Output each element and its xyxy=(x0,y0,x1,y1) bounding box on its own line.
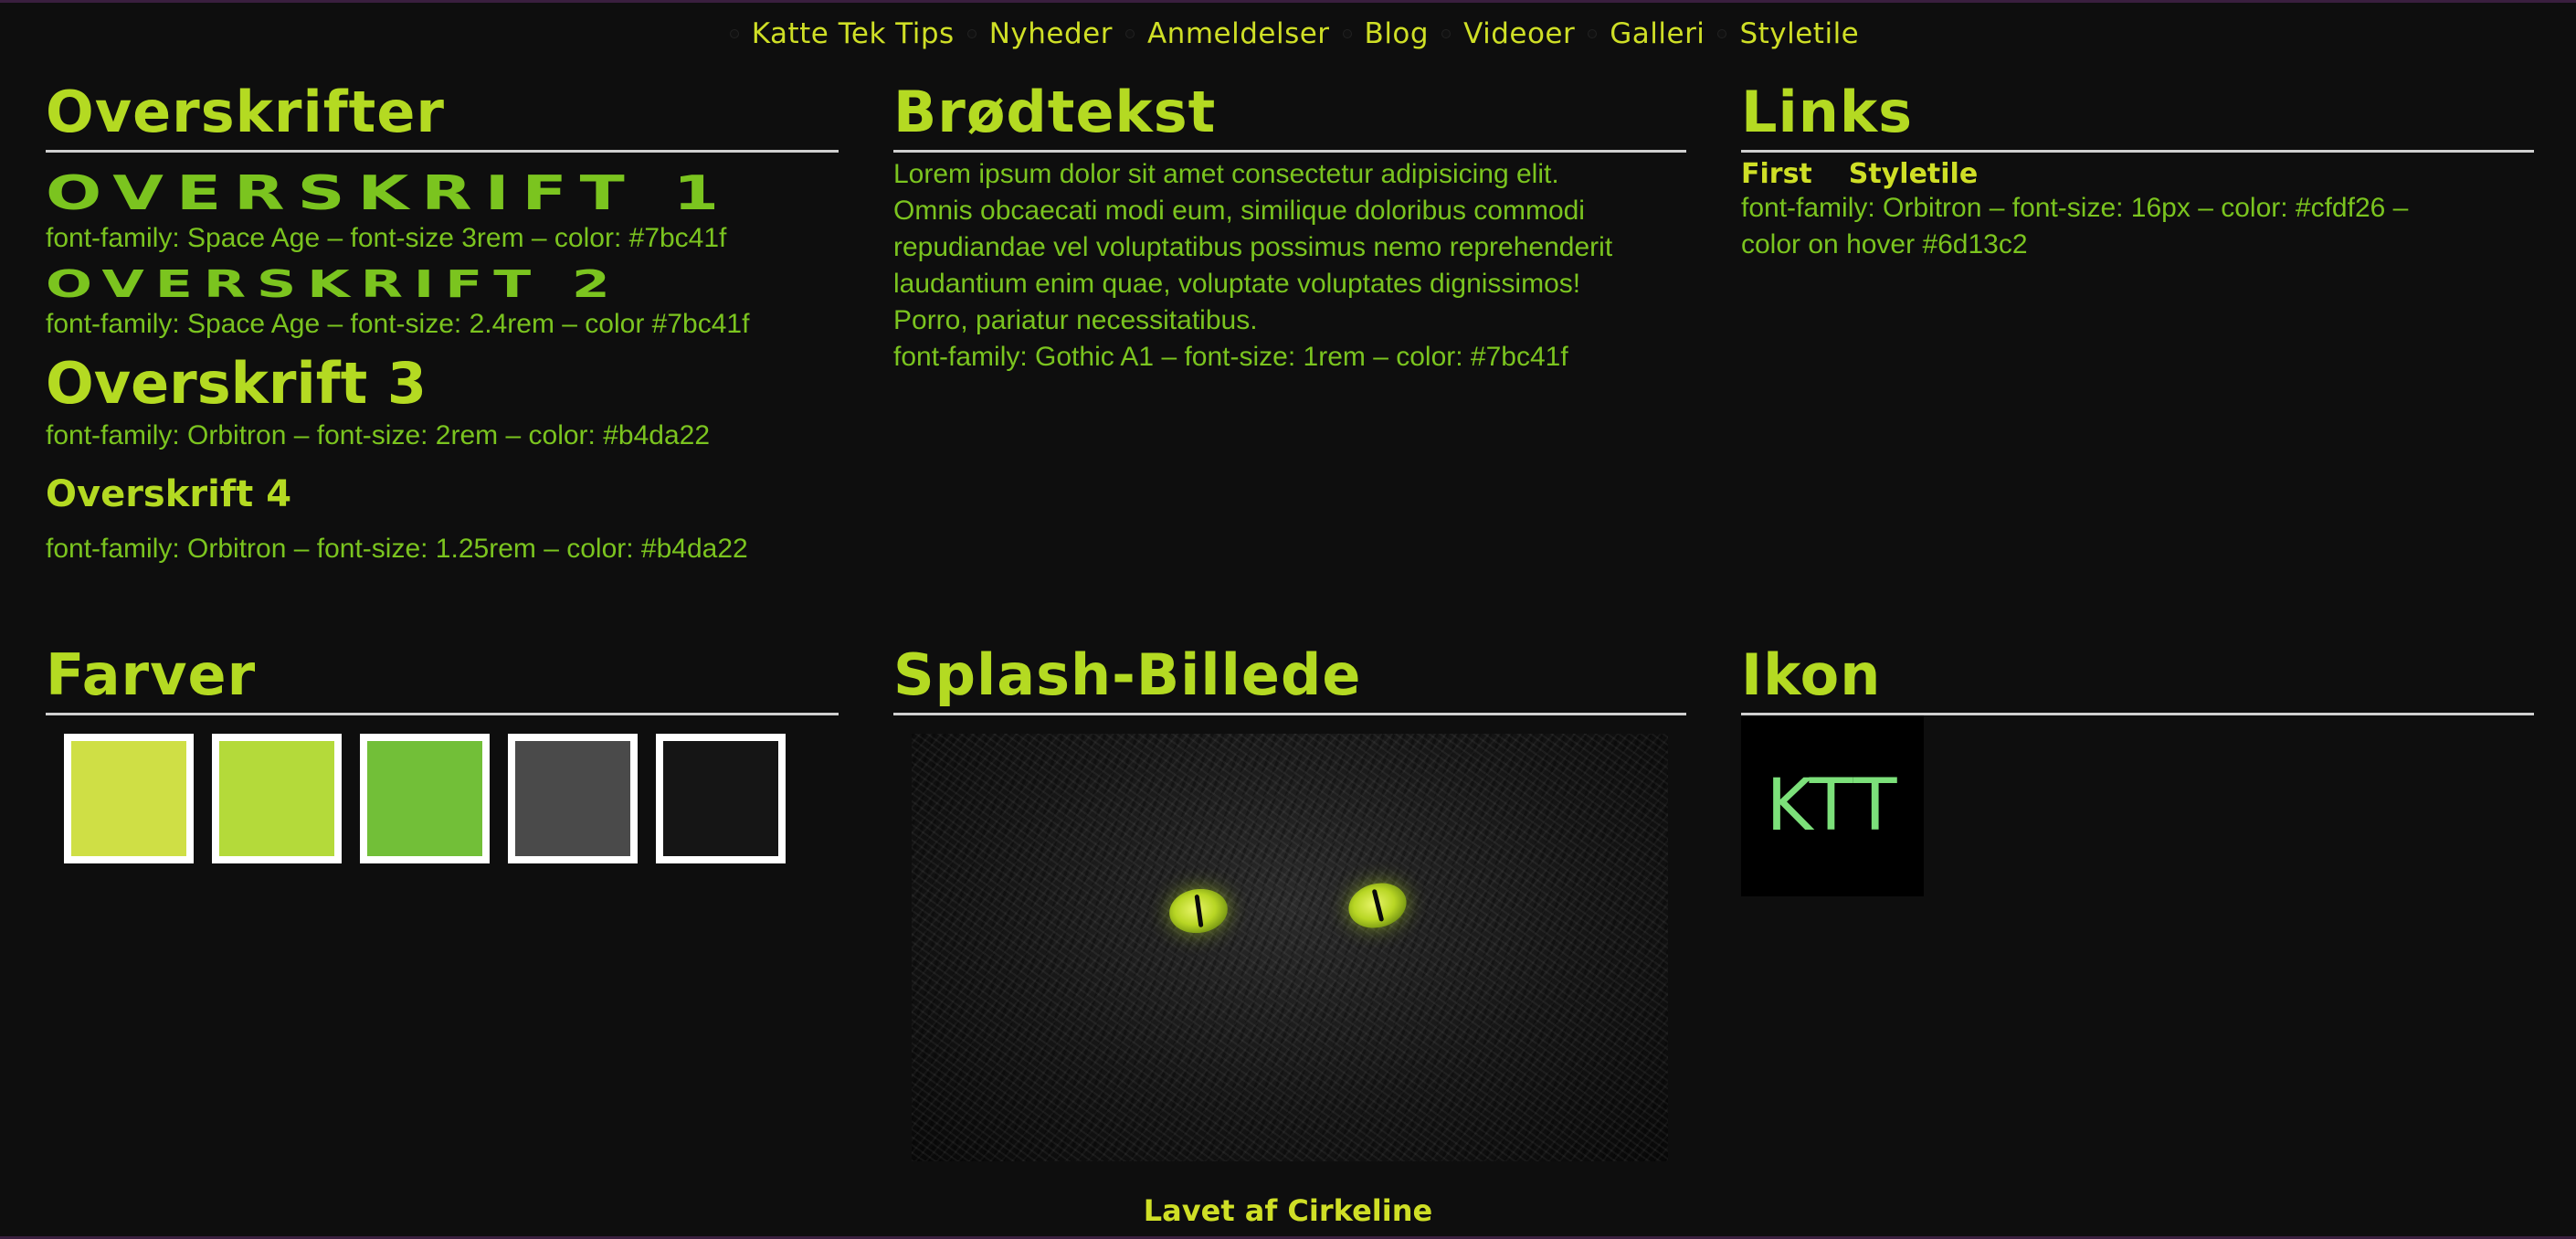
section-title: Overskrifter xyxy=(46,84,839,153)
heading-4-description: font-family: Orbitron – font-size: 1.25r… xyxy=(46,534,748,564)
bullet-icon xyxy=(729,29,739,38)
body-text-line: Lorem ipsum dolor sit amet consectetur a… xyxy=(893,159,1559,189)
section-title: Links xyxy=(1741,84,2534,153)
heading-1-description: font-family: Space Age – font-size 3rem … xyxy=(46,223,727,253)
splash-image-cat-eyes xyxy=(912,734,1668,1161)
heading-1-sample: OVERSKRIFT 1 xyxy=(46,164,732,221)
nav-item-label[interactable]: Blog xyxy=(1365,17,1430,50)
heading-3-description: font-family: Orbitron – font-size: 2rem … xyxy=(46,420,711,450)
nav-item-katte-tek-tips[interactable]: Katte Tek Tips xyxy=(717,17,955,50)
footer-text: Lavet af Cirkeline xyxy=(1143,1193,1433,1228)
section-overskrifter: Overskrifter OVERSKRIFT 1 font-family: S… xyxy=(46,84,839,567)
bullet-icon xyxy=(966,29,977,38)
nav-item-nyheder[interactable]: Nyheder xyxy=(955,17,1113,50)
top-border xyxy=(0,0,2576,3)
bullet-icon xyxy=(1441,29,1452,38)
body-text-sample: Lorem ipsum dolor sit amet consectetur a… xyxy=(893,156,1686,339)
link-first[interactable]: First xyxy=(1741,158,1812,190)
color-swatch-4 xyxy=(508,734,638,863)
nav-item-anmeldelser[interactable]: Anmeldelser xyxy=(1113,17,1330,50)
links-description-line-2: color on hover #6d13c2 xyxy=(1741,229,2028,259)
nav-item-label[interactable]: Nyheder xyxy=(989,17,1113,50)
color-swatch-1 xyxy=(64,734,194,863)
nav-item-label[interactable]: Katte Tek Tips xyxy=(752,17,955,50)
section-farver: Farver xyxy=(46,647,839,863)
nav-item-label[interactable]: Galleri xyxy=(1610,17,1705,50)
body-text-line: Omnis obcaecati modi eum, similique dolo… xyxy=(893,196,1585,226)
section-brodtekst: Brødtekst Lorem ipsum dolor sit amet con… xyxy=(893,84,1686,376)
section-title: Farver xyxy=(46,647,839,715)
nav-item-styletile[interactable]: Styletile xyxy=(1705,17,1859,50)
footer: Lavet af Cirkeline xyxy=(0,1193,2576,1228)
heading-4-sample: Overskrift 4 xyxy=(46,473,292,515)
color-swatch-3 xyxy=(360,734,490,863)
color-swatch-5 xyxy=(656,734,786,863)
section-title: Brødtekst xyxy=(893,84,1686,153)
bullet-icon xyxy=(1588,29,1598,38)
nav-item-galleri[interactable]: Galleri xyxy=(1575,17,1705,50)
section-splash-billede: Splash-Billede xyxy=(893,647,1686,1161)
main-nav: Katte Tek Tips Nyheder Anmeldelser Blog … xyxy=(0,11,2576,57)
site-logo-icon: KTT xyxy=(1741,715,1924,896)
body-text-description: font-family: Gothic A1 – font-size: 1rem… xyxy=(893,342,1568,372)
links-description-line-1: font-family: Orbitron – font-size: 16px … xyxy=(1741,193,2409,223)
body-text-line: Porro, pariatur necessitatibus. xyxy=(893,305,1258,335)
nav-item-videoer[interactable]: Videoer xyxy=(1429,17,1575,50)
bullet-icon xyxy=(1342,29,1352,38)
nav-item-blog[interactable]: Blog xyxy=(1330,17,1430,50)
color-swatches xyxy=(46,734,839,863)
bullet-icon xyxy=(1717,29,1727,38)
body-text-line: laudantium enim quae, voluptate voluptat… xyxy=(893,269,1581,299)
heading-3-sample: Overskrift 3 xyxy=(46,350,428,417)
logo-text: KTT xyxy=(1766,765,1899,847)
links-sample-row: First Styletile xyxy=(1741,158,2534,190)
nav-item-label[interactable]: Anmeldelser xyxy=(1147,17,1330,50)
heading-2-sample: OVERSKRIFT 2 xyxy=(46,262,621,307)
link-styletile[interactable]: Styletile xyxy=(1849,158,1978,190)
section-title: Ikon xyxy=(1741,647,2534,715)
bullet-icon xyxy=(1124,29,1135,38)
color-swatch-2 xyxy=(212,734,342,863)
nav-item-label[interactable]: Videoer xyxy=(1463,17,1575,50)
section-title: Splash-Billede xyxy=(893,647,1686,715)
body-text-line: repudiandae vel voluptatibus possimus ne… xyxy=(893,232,1613,262)
nav-item-label[interactable]: Styletile xyxy=(1739,17,1859,50)
heading-2-description: font-family: Space Age – font-size: 2.4r… xyxy=(46,309,750,339)
section-ikon: Ikon KTT xyxy=(1741,647,2534,896)
section-links: Links First Styletile font-family: Orbit… xyxy=(1741,84,2534,263)
